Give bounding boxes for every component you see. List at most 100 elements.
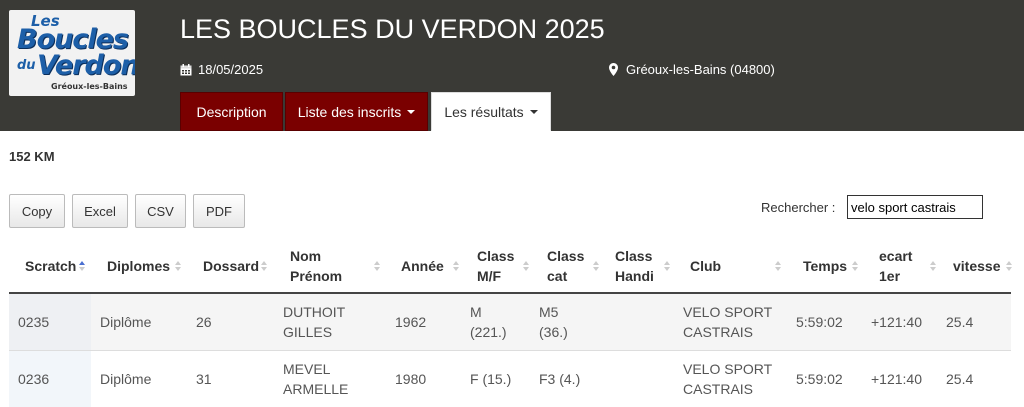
event-date: 18/05/2025 <box>180 62 263 77</box>
cell-class-mf-line1: M <box>470 304 482 320</box>
table-row: 0235 Diplôme 26 DUTHOIT GILLES 1962 M (2… <box>9 294 1011 350</box>
cell-club-line1: VELO SPORT <box>683 304 773 320</box>
column-header-class-handi-label2: Handi <box>615 268 654 284</box>
column-header-vitesse-label: vitesse <box>953 258 1001 274</box>
column-header-diplomes-label: Diplomes <box>107 258 171 274</box>
column-header-scratch-label: Scratch <box>25 258 77 274</box>
search-label: Rechercher : <box>761 200 836 215</box>
cell-dossard: 31 <box>196 371 212 387</box>
column-header-class-cat-label1: Class <box>547 248 585 264</box>
race-distance: 152 KM <box>9 149 55 164</box>
column-header-ecart-label1: ecart <box>879 248 913 264</box>
sort-icon <box>930 240 936 292</box>
logo-text-verdon: Verdon <box>37 50 135 81</box>
calendar-icon <box>180 63 192 75</box>
column-header-nom-prenom[interactable]: Nom Prénom <box>290 240 385 292</box>
sort-icon <box>1006 240 1012 292</box>
column-header-dossard[interactable]: Dossard <box>203 240 273 292</box>
cell-dossard: 26 <box>196 314 212 330</box>
cell-vitesse: 25.4 <box>946 314 974 330</box>
column-header-class-handi-label1: Class <box>615 248 653 264</box>
logo-text-du: du <box>17 58 36 73</box>
column-header-class-handi[interactable]: Class Handi <box>615 240 675 292</box>
diplome-link[interactable]: Diplôme <box>100 351 151 407</box>
pdf-button[interactable]: PDF <box>193 194 245 228</box>
cell-prenom: GILLES <box>283 324 333 340</box>
csv-button[interactable]: CSV <box>135 194 186 228</box>
column-header-annee-label: Année <box>401 258 444 274</box>
search-input[interactable] <box>847 195 983 219</box>
cell-prenom: ARMELLE <box>283 381 349 397</box>
tab-liste-inscrits-label: Liste des inscrits <box>297 103 402 120</box>
cell-annee: 1980 <box>395 371 427 387</box>
cell-nom: MEVEL <box>283 361 331 377</box>
logo-text-town: Gréoux-les-Bains <box>51 82 128 91</box>
column-header-class-mf[interactable]: Class M/F <box>477 240 533 292</box>
column-header-scratch[interactable]: Scratch <box>25 240 89 292</box>
sort-icon <box>523 240 529 292</box>
cell-class-cat: F3 (4.) <box>539 371 581 387</box>
sort-icon <box>79 240 85 292</box>
cell-class-mf-line2: (221.) <box>470 324 507 340</box>
cell-class-mf: M (221.) <box>470 294 507 350</box>
event-logo[interactable]: Les Boucles du Verdon Gréoux-les-Bains <box>9 10 135 96</box>
column-header-class-cat-label2: cat <box>547 268 568 284</box>
event-location-text: Gréoux-les-Bains (04800) <box>626 62 775 77</box>
cell-club: VELO SPORT CASTRAIS <box>683 351 772 407</box>
cell-vitesse: 25.4 <box>946 371 974 387</box>
cell-temps: 5:59:02 <box>796 371 843 387</box>
event-location: Gréoux-les-Bains (04800) <box>609 62 775 77</box>
diplome-link[interactable]: Diplôme <box>100 294 151 350</box>
column-header-diplomes[interactable]: Diplomes <box>107 240 187 292</box>
column-header-prenom-label: Prénom <box>290 268 343 284</box>
copy-button[interactable]: Copy <box>9 194 65 228</box>
sort-icon <box>453 240 459 292</box>
tab-description[interactable]: Description <box>180 92 283 131</box>
column-header-ecart-label2: 1er <box>879 268 901 284</box>
column-header-nom-label: Nom <box>290 248 322 264</box>
sort-icon <box>175 240 181 292</box>
cell-ecart: +121:40 <box>871 371 922 387</box>
cell-club-line1: VELO SPORT <box>683 361 773 377</box>
sort-icon <box>852 240 858 292</box>
sort-icon <box>664 240 670 292</box>
column-header-class-cat[interactable]: Class cat <box>547 240 603 292</box>
caret-down-icon <box>407 109 416 114</box>
cell-scratch: 0236 <box>18 371 50 387</box>
column-header-class-mf-label1: Class <box>477 248 515 264</box>
map-marker-icon <box>609 63 618 76</box>
cell-club: VELO SPORT CASTRAIS <box>683 294 772 350</box>
cell-class-cat-line1: M5 <box>539 304 559 320</box>
tab-resultats-label: Les résultats <box>444 103 524 120</box>
column-header-dossard-label: Dossard <box>203 258 260 274</box>
column-header-temps-label: Temps <box>803 258 848 274</box>
cell-nom: DUTHOIT <box>283 304 346 320</box>
cell-class-mf: F (15.) <box>470 371 512 387</box>
cell-annee: 1962 <box>395 314 427 330</box>
tab-resultats[interactable]: Les résultats <box>431 92 551 131</box>
cell-club-line2: CASTRAIS <box>683 324 754 340</box>
cell-nom-prenom: MEVEL ARMELLE <box>283 351 348 407</box>
column-header-vitesse[interactable]: vitesse <box>953 240 1013 292</box>
column-header-club-label: Club <box>690 258 722 274</box>
cell-temps: 5:59:02 <box>796 314 843 330</box>
sort-icon <box>593 240 599 292</box>
sort-icon <box>775 240 781 292</box>
cell-ecart: +121:40 <box>871 314 922 330</box>
sort-icon <box>261 240 267 292</box>
column-header-class-mf-label2: M/F <box>477 268 502 284</box>
tab-description-label: Description <box>196 103 267 120</box>
tab-liste-inscrits[interactable]: Liste des inscrits <box>285 92 428 131</box>
column-header-club[interactable]: Club <box>690 240 785 292</box>
cell-club-line2: CASTRAIS <box>683 381 754 397</box>
cell-nom-prenom: DUTHOIT GILLES <box>283 294 345 350</box>
event-title: LES BOUCLES DU VERDON 2025 <box>180 14 605 44</box>
table-row: 0236 Diplôme 31 MEVEL ARMELLE 1980 F (15… <box>9 351 1011 407</box>
excel-button[interactable]: Excel <box>72 194 128 228</box>
event-header: Les Boucles du Verdon Gréoux-les-Bains L… <box>0 0 1024 131</box>
column-header-temps[interactable]: Temps <box>803 240 863 292</box>
caret-down-icon <box>529 109 538 114</box>
cell-class-cat: M5 (36.) <box>539 294 568 350</box>
column-header-annee[interactable]: Année <box>401 240 465 292</box>
column-header-ecart[interactable]: ecart 1er <box>879 240 939 292</box>
